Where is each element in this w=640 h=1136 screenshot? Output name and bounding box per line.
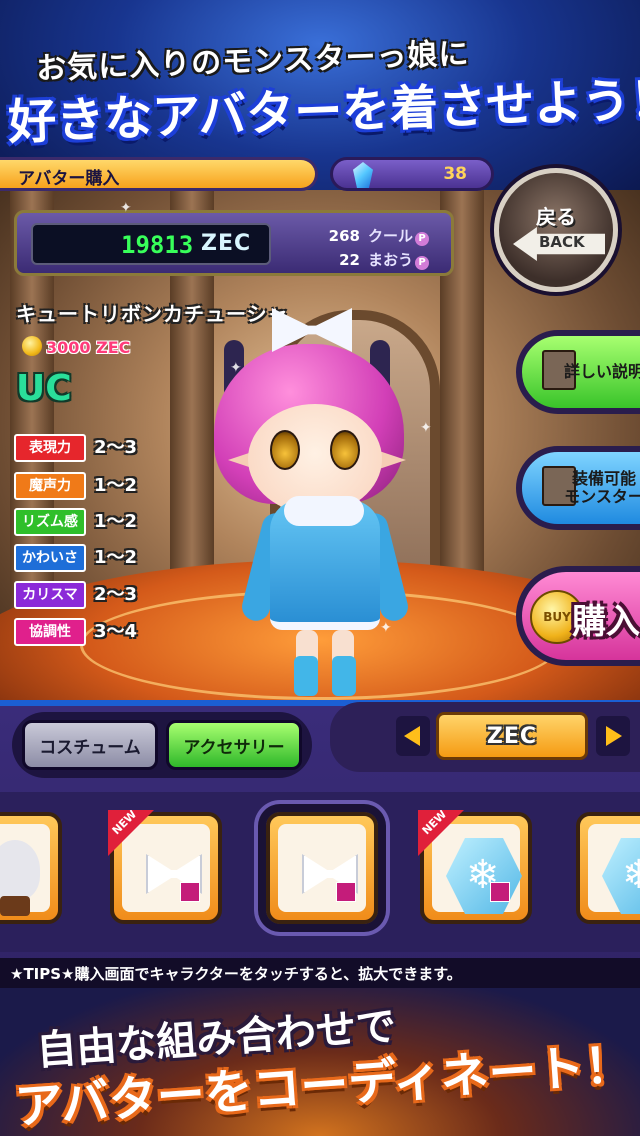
stat-label: 表現力: [14, 434, 86, 462]
equippable-label: 装備可能 モンスター: [556, 452, 640, 524]
coin-icon: [22, 336, 42, 356]
cool-points-value: 268: [328, 227, 360, 245]
stat-label: カリスマ: [14, 581, 86, 609]
rarity-badge: UC: [16, 368, 72, 409]
bust-icon: [0, 840, 40, 900]
item-card[interactable]: ❄: [576, 812, 640, 924]
buy-button[interactable]: BUY 購入: [516, 566, 640, 666]
stat-value: 2〜3: [94, 584, 138, 605]
back-button[interactable]: 戻る BACK: [494, 168, 618, 292]
eye: [270, 430, 300, 470]
stat-row: 魔声力 1〜2: [14, 472, 137, 500]
eye: [330, 430, 360, 470]
cool-points: 268 クール P: [329, 225, 429, 246]
filter-current[interactable]: ZEC: [436, 712, 588, 760]
cool-points-label: クール: [367, 227, 413, 245]
item-card[interactable]: NEW: [108, 810, 222, 924]
stat-row: 表現力 2〜3: [14, 434, 137, 462]
gem-count: 38: [443, 164, 467, 184]
fur-collar: [284, 496, 364, 526]
stat-label: 協調性: [14, 618, 86, 646]
boot: [294, 656, 318, 696]
item-card[interactable]: [0, 812, 62, 924]
back-label-jp: 戻る: [536, 205, 576, 229]
item-price: 3000 ZEC: [46, 338, 131, 357]
filter-prev-button[interactable]: [396, 716, 430, 756]
item-card-face: ❄: [588, 824, 640, 914]
sparkle-icon: ✦: [380, 620, 392, 636]
stat-value: 3〜4: [94, 621, 138, 642]
item-card-face: [278, 824, 366, 912]
item-card[interactable]: ❄ NEW: [418, 810, 532, 924]
item-card-selected[interactable]: [266, 812, 378, 924]
game-screen: お気に入りのモンスターっ娘に 好きなアバターを着させよう！ アバター購入 38 …: [0, 0, 640, 1136]
currency-panel: 19813 ZEC 268 クール P 22 まおう P: [14, 210, 454, 276]
buy-label: 購入: [572, 602, 640, 642]
tips-bar: ★TIPS★購入画面でキャラクターをタッチすると、拡大できます。: [0, 958, 640, 988]
tab-accessory[interactable]: アクセサリー: [166, 720, 302, 770]
stat-row: かわいさ 1〜2: [14, 544, 137, 572]
sparkle-icon: ✦: [120, 200, 132, 216]
gem-icon: [353, 162, 373, 188]
maou-points-value: 22: [339, 251, 360, 269]
stat-value: 2〜3: [94, 437, 138, 458]
filter-next-button[interactable]: [596, 716, 630, 756]
details-button[interactable]: 詳しい説明: [516, 330, 640, 414]
stat-value: 1〜2: [94, 547, 138, 568]
tab-costume[interactable]: コスチューム: [22, 720, 158, 770]
item-card-face: [122, 824, 210, 912]
item-card-face: ❄: [432, 824, 522, 914]
fire-attribute-icon: [490, 882, 510, 902]
details-label: 詳しい説明: [563, 362, 640, 382]
point-icon: P: [415, 232, 429, 246]
sparkle-icon: ✦: [420, 420, 432, 436]
chevron-left-icon: [404, 726, 420, 746]
zec-display: 19813 ZEC: [31, 223, 271, 265]
stat-value: 1〜2: [94, 475, 138, 496]
snowflake-icon: ❄: [602, 838, 640, 914]
boot: [332, 656, 356, 696]
item-card-face: [0, 824, 50, 916]
equippable-label-line1: 装備可能: [571, 469, 636, 489]
stat-row: カリスマ 2〜3: [14, 581, 137, 609]
screen-title: アバター購入: [0, 157, 318, 191]
equippable-monsters-button[interactable]: 装備可能 モンスター: [516, 446, 640, 530]
back-label-en: BACK: [539, 233, 585, 251]
equippable-label-line2: モンスター: [564, 487, 640, 506]
stat-label: リズム感: [14, 508, 86, 536]
maou-points: 22 まおう P: [339, 249, 429, 270]
zec-label: ZEC: [201, 231, 252, 256]
chevron-right-icon: [606, 726, 622, 746]
gem-counter[interactable]: 38: [330, 157, 494, 191]
point-icon: P: [415, 256, 429, 270]
stat-label: かわいさ: [14, 544, 86, 572]
stand-icon: [0, 896, 30, 916]
maou-points-label: まおう: [367, 251, 413, 269]
zec-amount: 19813: [121, 231, 194, 259]
stat-value: 1〜2: [94, 511, 138, 532]
fire-attribute-icon: [180, 882, 200, 902]
stat-row: 協調性 3〜4: [14, 618, 137, 646]
stat-row: リズム感 1〜2: [14, 508, 137, 536]
snowflake-icon: ❄: [446, 838, 522, 914]
fire-attribute-icon: [336, 882, 356, 902]
stat-label: 魔声力: [14, 472, 86, 500]
sparkle-icon: ✦: [230, 360, 242, 376]
